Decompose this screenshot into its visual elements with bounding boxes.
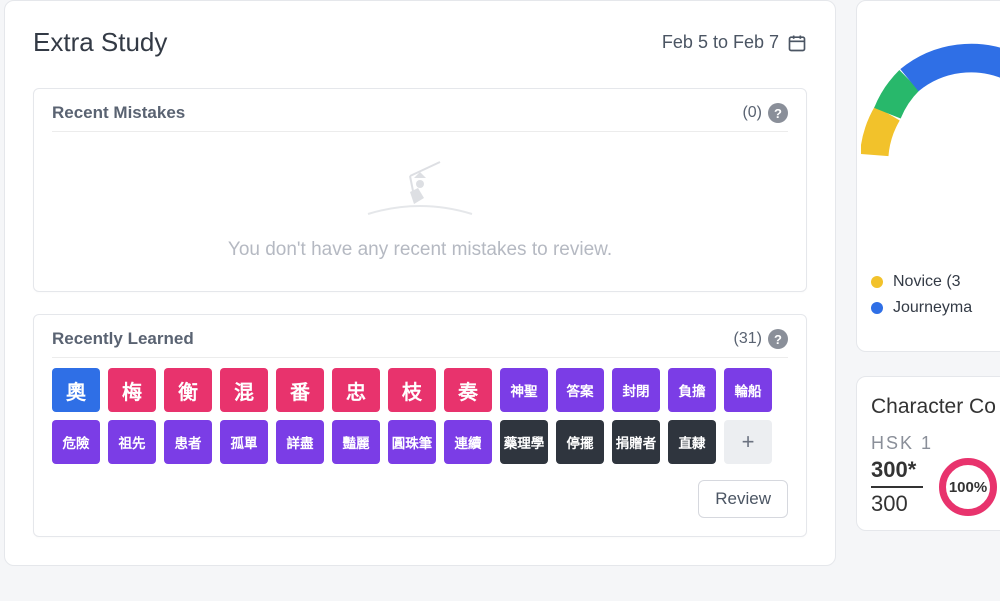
gauge-legend: Novice (3 Journeyma bbox=[871, 273, 1000, 337]
legend-item: Journeyma bbox=[871, 299, 1000, 317]
score-denominator: 300 bbox=[871, 492, 923, 516]
date-range-text: Feb 5 to Feb 7 bbox=[662, 32, 779, 53]
vocab-tile[interactable]: 捐贈者 bbox=[612, 420, 660, 464]
vocab-tile[interactable]: 負擔 bbox=[668, 368, 716, 412]
vocab-tile[interactable]: 梅 bbox=[108, 368, 156, 412]
legend-item bbox=[871, 325, 1000, 337]
vocab-tile[interactable]: 孤單 bbox=[220, 420, 268, 464]
vocab-tile[interactable]: 直隸 bbox=[668, 420, 716, 464]
legend-dot-icon bbox=[871, 302, 883, 314]
vocab-tile[interactable]: 祖先 bbox=[108, 420, 156, 464]
date-range[interactable]: Feb 5 to Feb 7 bbox=[662, 32, 807, 53]
recent-mistakes-header: Recent Mistakes (0) ? bbox=[52, 103, 788, 132]
vocab-tile[interactable]: 停擺 bbox=[556, 420, 604, 464]
vocab-tile[interactable]: 危險 bbox=[52, 420, 100, 464]
progress-ring: 100% bbox=[939, 458, 997, 516]
recent-mistakes-title: Recent Mistakes bbox=[52, 103, 185, 123]
vocab-tile[interactable]: 枝 bbox=[388, 368, 436, 412]
help-icon[interactable]: ? bbox=[768, 329, 788, 349]
hsk-level-label: HSK 1 bbox=[871, 433, 1000, 454]
review-button[interactable]: Review bbox=[698, 480, 788, 518]
progress-percent: 100% bbox=[949, 479, 987, 496]
vocab-tile[interactable]: 患者 bbox=[164, 420, 212, 464]
vocab-tile[interactable]: 豔麗 bbox=[332, 420, 380, 464]
vocab-tile[interactable]: 連續 bbox=[444, 420, 492, 464]
recently-learned-count: (31) bbox=[734, 330, 762, 348]
fisherman-icon bbox=[52, 158, 788, 233]
extra-study-title: Extra Study bbox=[33, 27, 167, 58]
legend-dot-icon bbox=[871, 276, 883, 288]
vocab-tile[interactable]: 衡 bbox=[164, 368, 212, 412]
character-coverage-title: Character Co bbox=[871, 395, 1000, 419]
character-coverage-card: Character Co HSK 1 300* 300 100% bbox=[856, 376, 1000, 531]
recent-mistakes-panel: Recent Mistakes (0) ? bbox=[33, 88, 807, 292]
recently-learned-tiles: 奧梅衡混番忠枝奏神聖答案封閉負擔輪船危險祖先患者孤單詳盡豔麗圓珠筆連續藥理學停擺… bbox=[52, 368, 788, 464]
legend-label: Journeyma bbox=[893, 299, 972, 317]
extra-study-card: Extra Study Feb 5 to Feb 7 Recent Mistak… bbox=[4, 0, 836, 566]
gauge-chart bbox=[871, 19, 1000, 219]
vocab-tile[interactable]: 奏 bbox=[444, 368, 492, 412]
help-icon[interactable]: ? bbox=[768, 103, 788, 123]
recent-mistakes-count: (0) bbox=[742, 104, 762, 122]
vocab-tile[interactable]: 奧 bbox=[52, 368, 100, 412]
vocab-tile[interactable]: 輪船 bbox=[724, 368, 772, 412]
vocab-tile[interactable]: 藥理學 bbox=[500, 420, 548, 464]
legend-item: Novice (3 bbox=[871, 273, 1000, 291]
vocab-tile[interactable]: 番 bbox=[276, 368, 324, 412]
recent-mistakes-empty-text: You don't have any recent mistakes to re… bbox=[52, 239, 788, 261]
score-fraction: 300* 300 bbox=[871, 458, 923, 516]
extra-study-header: Extra Study Feb 5 to Feb 7 bbox=[33, 27, 807, 58]
vocab-tile[interactable]: 封閉 bbox=[612, 368, 660, 412]
vocab-tile[interactable]: 圓珠筆 bbox=[388, 420, 436, 464]
vocab-tile[interactable]: 詳盡 bbox=[276, 420, 324, 464]
recent-mistakes-empty: You don't have any recent mistakes to re… bbox=[52, 140, 788, 273]
vocab-tile[interactable]: 混 bbox=[220, 368, 268, 412]
legend-label: Novice (3 bbox=[893, 273, 961, 291]
vocab-tile[interactable]: 神聖 bbox=[500, 368, 548, 412]
vocab-tile[interactable]: 答案 bbox=[556, 368, 604, 412]
recently-learned-panel: Recently Learned (31) ? 奧梅衡混番忠枝奏神聖答案封閉負擔… bbox=[33, 314, 807, 537]
calendar-icon bbox=[787, 33, 807, 53]
recently-learned-title: Recently Learned bbox=[52, 329, 194, 349]
recently-learned-header: Recently Learned (31) ? bbox=[52, 329, 788, 358]
progress-gauge-card: Novice (3 Journeyma bbox=[856, 0, 1000, 352]
more-tile[interactable]: + bbox=[724, 420, 772, 464]
vocab-tile[interactable]: 忠 bbox=[332, 368, 380, 412]
score-numerator: 300* bbox=[871, 458, 923, 482]
